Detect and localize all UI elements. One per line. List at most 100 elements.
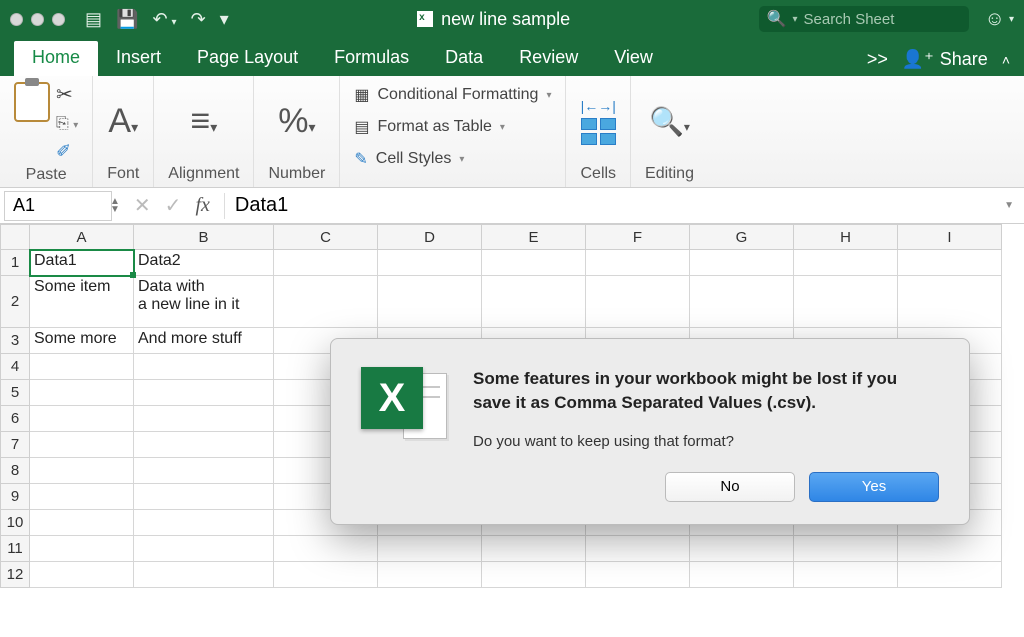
tab-page-layout[interactable]: Page Layout (179, 41, 316, 76)
row-header[interactable]: 9 (0, 484, 30, 510)
cell[interactable]: Data1 (30, 250, 134, 276)
feedback-smiley-icon[interactable]: ☺ (985, 8, 1005, 31)
col-header-G[interactable]: G (690, 224, 794, 250)
cancel-formula-icon[interactable]: ✕ (134, 193, 151, 218)
redo-icon[interactable]: ↷ (191, 10, 206, 28)
close-window-button[interactable] (10, 13, 23, 26)
col-header-E[interactable]: E (482, 224, 586, 250)
editing-find-icon[interactable]: 🔍▾ (649, 105, 690, 138)
row-header[interactable]: 8 (0, 458, 30, 484)
cell[interactable] (30, 562, 134, 588)
cell[interactable] (690, 250, 794, 276)
cell[interactable] (794, 250, 898, 276)
qat-customize-icon[interactable]: ▾ (220, 10, 229, 28)
cell-styles-button[interactable]: ✎ Cell Styles ▾ (354, 146, 464, 172)
cell[interactable] (690, 276, 794, 328)
col-header-B[interactable]: B (134, 224, 274, 250)
row-header[interactable]: 7 (0, 432, 30, 458)
cell[interactable] (586, 562, 690, 588)
cell[interactable] (274, 536, 378, 562)
minimize-window-button[interactable] (31, 13, 44, 26)
cell[interactable] (134, 380, 274, 406)
undo-icon[interactable]: ↶▾ (152, 10, 176, 28)
save-button-icon[interactable]: 💾 (116, 10, 138, 28)
cell[interactable] (274, 276, 378, 328)
cell[interactable] (134, 458, 274, 484)
tab-insert[interactable]: Insert (98, 41, 179, 76)
conditional-formatting-button[interactable]: ▦ Conditional Formatting ▾ (354, 82, 551, 108)
row-header[interactable]: 10 (0, 510, 30, 536)
cell[interactable] (378, 276, 482, 328)
search-sheet-box[interactable]: 🔍▾ (759, 6, 969, 32)
cell[interactable] (586, 250, 690, 276)
cell[interactable] (378, 562, 482, 588)
enter-formula-icon[interactable]: ✓ (165, 193, 182, 218)
cells-button[interactable]: |←→| (581, 98, 616, 145)
cell[interactable] (30, 354, 134, 380)
cell[interactable]: Data with a new line in it (134, 276, 274, 328)
cell[interactable] (898, 562, 1002, 588)
cell[interactable] (134, 562, 274, 588)
cell[interactable] (134, 406, 274, 432)
font-icon[interactable]: A▾ (108, 102, 138, 141)
cell[interactable] (482, 250, 586, 276)
tab-view[interactable]: View (596, 41, 671, 76)
row-header[interactable]: 1 (0, 250, 30, 276)
cell[interactable] (586, 276, 690, 328)
select-all-corner[interactable] (0, 224, 30, 250)
save-icon[interactable]: ▤ (85, 10, 102, 28)
expand-formula-bar-icon[interactable]: ▼ (1004, 200, 1014, 211)
copy-icon[interactable]: ⎘ ▾ (56, 115, 78, 133)
cell[interactable] (30, 458, 134, 484)
number-icon[interactable]: %▾ (278, 102, 315, 141)
col-header-I[interactable]: I (898, 224, 1002, 250)
cell[interactable] (274, 250, 378, 276)
cell[interactable] (30, 432, 134, 458)
cut-icon[interactable]: ✂ (56, 82, 78, 107)
cell[interactable]: And more stuff (134, 328, 274, 354)
cell[interactable] (482, 536, 586, 562)
tab-review[interactable]: Review (501, 41, 596, 76)
cell[interactable] (482, 276, 586, 328)
cell[interactable] (30, 484, 134, 510)
tab-formulas[interactable]: Formulas (316, 41, 427, 76)
cell[interactable] (898, 276, 1002, 328)
feedback-menu-icon[interactable]: ▾ (1009, 14, 1014, 25)
cell[interactable] (274, 562, 378, 588)
cell[interactable] (794, 536, 898, 562)
alignment-icon[interactable]: ≡▾ (190, 102, 217, 141)
search-input[interactable] (804, 11, 961, 28)
cell[interactable] (690, 562, 794, 588)
cell[interactable] (794, 562, 898, 588)
cell[interactable]: Data2 (134, 250, 274, 276)
col-header-H[interactable]: H (794, 224, 898, 250)
col-header-C[interactable]: C (274, 224, 378, 250)
cell[interactable] (134, 510, 274, 536)
col-header-A[interactable]: A (30, 224, 134, 250)
cell[interactable] (134, 354, 274, 380)
col-header-F[interactable]: F (586, 224, 690, 250)
cell[interactable] (134, 432, 274, 458)
row-header[interactable]: 6 (0, 406, 30, 432)
cell[interactable] (30, 510, 134, 536)
cell[interactable] (30, 536, 134, 562)
cell[interactable] (30, 406, 134, 432)
cell[interactable]: Some item (30, 276, 134, 328)
cell[interactable] (30, 380, 134, 406)
tabs-overflow-button[interactable]: >> (867, 49, 888, 70)
dialog-no-button[interactable]: No (665, 472, 795, 502)
collapse-ribbon-icon[interactable]: ˄ (1002, 52, 1010, 68)
dialog-yes-button[interactable]: Yes (809, 472, 939, 502)
cell[interactable]: Some more (30, 328, 134, 354)
row-header[interactable]: 5 (0, 380, 30, 406)
cell[interactable] (482, 562, 586, 588)
cell[interactable] (794, 276, 898, 328)
tab-data[interactable]: Data (427, 41, 501, 76)
cell[interactable] (134, 536, 274, 562)
cell[interactable] (378, 250, 482, 276)
fx-label[interactable]: fx (195, 194, 209, 217)
paste-button[interactable] (14, 82, 50, 122)
cell[interactable] (898, 536, 1002, 562)
row-header[interactable]: 12 (0, 562, 30, 588)
row-header[interactable]: 4 (0, 354, 30, 380)
